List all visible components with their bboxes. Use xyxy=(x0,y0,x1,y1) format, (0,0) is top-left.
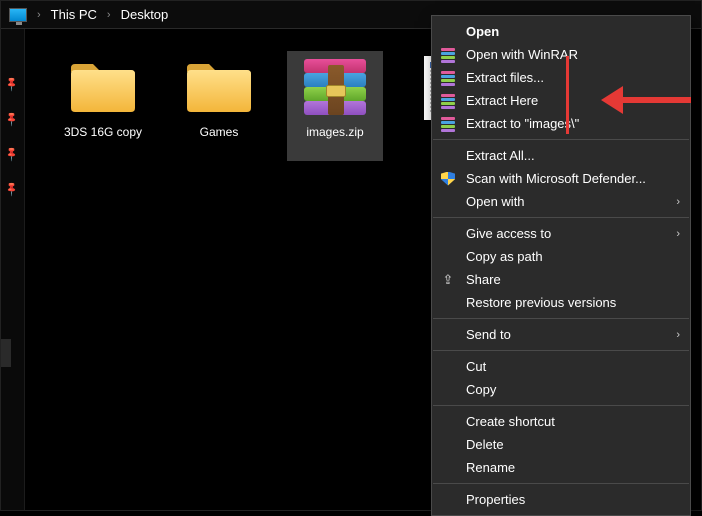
winrar-icon xyxy=(440,93,456,109)
breadcrumb-current[interactable]: Desktop xyxy=(121,7,169,22)
menu-copy[interactable]: Copy xyxy=(432,378,690,401)
separator xyxy=(433,217,689,218)
annotation-arrow xyxy=(601,87,691,113)
chevron-right-icon: › xyxy=(676,228,680,240)
separator xyxy=(433,483,689,484)
menu-defender-scan[interactable]: Scan with Microsoft Defender... xyxy=(432,167,690,190)
quick-access-rail: 📌 📌 📌 📌 xyxy=(1,29,25,510)
separator xyxy=(433,350,689,351)
winrar-icon xyxy=(440,116,456,132)
item-label: 3DS 16G copy xyxy=(64,125,142,139)
rail-selection xyxy=(1,339,11,367)
menu-open-with[interactable]: Open with› xyxy=(432,190,690,213)
winrar-icon xyxy=(440,70,456,86)
menu-extract-to[interactable]: Extract to "images\" xyxy=(432,112,690,135)
winrar-icon xyxy=(440,47,456,63)
pin-icon[interactable]: 📌 xyxy=(4,146,21,163)
winrar-icon xyxy=(299,57,371,119)
folder-item[interactable]: Games xyxy=(171,51,267,161)
shield-icon xyxy=(440,171,456,187)
menu-properties[interactable]: Properties xyxy=(432,488,690,511)
pin-icon[interactable]: 📌 xyxy=(4,181,21,198)
menu-share[interactable]: ⇪ Share xyxy=(432,268,690,291)
menu-restore-versions[interactable]: Restore previous versions xyxy=(432,291,690,314)
annotation-highlight-bar xyxy=(566,56,569,134)
item-label: Games xyxy=(200,125,239,139)
menu-open-with-winrar[interactable]: Open with WinRAR xyxy=(432,43,690,66)
menu-send-to[interactable]: Send to› xyxy=(432,323,690,346)
folder-item[interactable]: 3DS 16G copy xyxy=(55,51,151,161)
item-label: images.zip xyxy=(306,125,363,139)
menu-create-shortcut[interactable]: Create shortcut xyxy=(432,410,690,433)
menu-extract-files[interactable]: Extract files... xyxy=(432,66,690,89)
menu-delete[interactable]: Delete xyxy=(432,433,690,456)
separator xyxy=(433,405,689,406)
folder-icon xyxy=(183,57,255,119)
separator xyxy=(433,318,689,319)
chevron-right-icon: › xyxy=(676,196,680,208)
share-icon: ⇪ xyxy=(440,272,456,288)
chevron-right-icon: › xyxy=(676,329,680,341)
menu-cut[interactable]: Cut xyxy=(432,355,690,378)
archive-item[interactable]: images.zip xyxy=(287,51,383,161)
folder-icon xyxy=(67,57,139,119)
menu-give-access[interactable]: Give access to› xyxy=(432,222,690,245)
chevron-icon: › xyxy=(107,9,111,21)
menu-open[interactable]: Open xyxy=(432,20,690,43)
this-pc-icon xyxy=(9,8,27,22)
breadcrumb-root[interactable]: This PC xyxy=(51,7,97,22)
pin-icon[interactable]: 📌 xyxy=(4,76,21,93)
menu-rename[interactable]: Rename xyxy=(432,456,690,479)
pin-icon[interactable]: 📌 xyxy=(4,111,21,128)
chevron-icon: › xyxy=(37,9,41,21)
menu-copy-path[interactable]: Copy as path xyxy=(432,245,690,268)
menu-extract-all[interactable]: Extract All... xyxy=(432,144,690,167)
separator xyxy=(433,139,689,140)
